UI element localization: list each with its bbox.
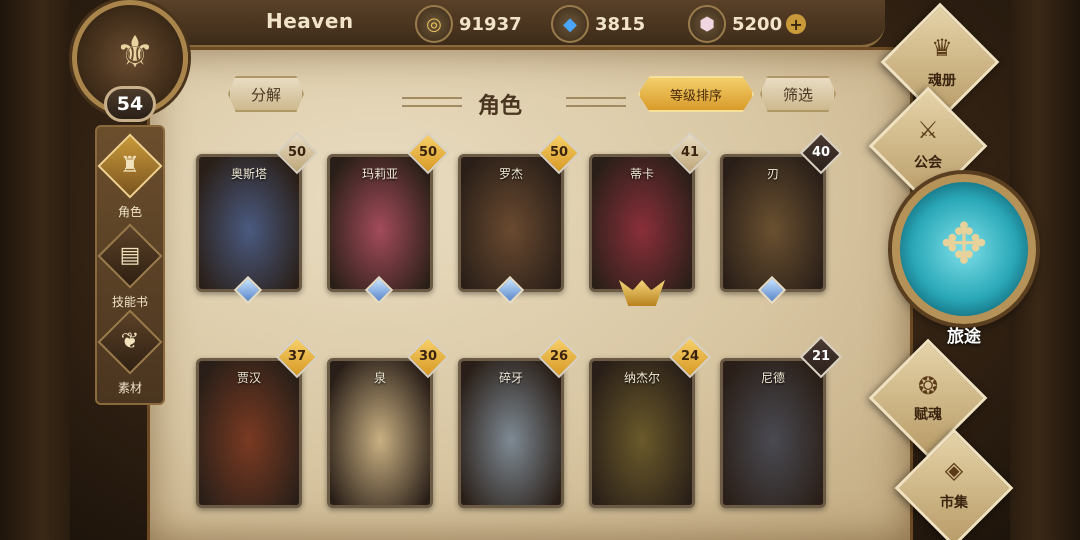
nav-item-characters[interactable]: ♜ 角色 <box>97 133 163 220</box>
character-name: 玛莉亚 <box>361 167 398 181</box>
card-frame: 蒂卡 <box>589 154 695 292</box>
character-card[interactable]: 纳杰尔 24 <box>589 335 712 512</box>
guild-crest-icon: ⚜ <box>115 27 155 78</box>
nav-label: 素材 <box>117 381 142 395</box>
gem-value: 5200 <box>732 13 783 35</box>
player-level-badge: 54 <box>104 86 156 122</box>
title-ornament-left <box>402 97 462 107</box>
character-level: 40 <box>811 145 831 160</box>
card-frame: 奥斯塔 <box>196 154 302 292</box>
card-frame: 刃 <box>720 154 826 292</box>
character-card[interactable]: 奥斯塔 50 <box>196 131 319 305</box>
character-level: 30 <box>418 349 438 364</box>
character-level: 21 <box>811 349 831 364</box>
card-frame: 泉 <box>327 358 433 508</box>
blue-crystal-icon: ◆ <box>551 5 589 43</box>
player-name: Heaven <box>266 9 354 33</box>
material-icon: ❦ <box>120 329 140 354</box>
character-card[interactable]: 罗杰 50 <box>458 131 581 305</box>
character-name: 刃 <box>766 167 779 181</box>
character-level: 41 <box>680 145 700 160</box>
gold-value: 91937 <box>459 13 522 35</box>
journey-button[interactable]: ✥ <box>892 174 1036 324</box>
character-name: 碎牙 <box>498 371 523 385</box>
card-frame: 贾汉 <box>196 358 302 508</box>
character-level: 50 <box>549 145 569 160</box>
character-card[interactable]: 贾汉 37 <box>196 335 319 512</box>
gold-coin-icon: ◎ <box>415 5 453 43</box>
crystal-value: 3815 <box>595 13 646 35</box>
character-name: 奥斯塔 <box>230 167 267 181</box>
character-icon: ♜ <box>120 153 140 178</box>
soul-gift-label: 赋魂 <box>914 407 942 423</box>
nav-item-skill-books[interactable]: ▤ 技能书 <box>97 223 163 310</box>
filter-button[interactable]: 筛选 <box>760 76 836 112</box>
journey-compass-icon: ✥ <box>940 212 988 277</box>
add-gem-button[interactable]: + <box>786 14 807 34</box>
market-icon: ◈ <box>944 456 964 484</box>
character-card[interactable]: 玛莉亚 50 <box>327 131 450 305</box>
character-card[interactable]: 尼德 21 <box>720 335 843 512</box>
soul-book-icon: ♛ <box>931 34 953 62</box>
left-nav: ♜ 角色 ▤ 技能书 ❦ 素材 <box>95 125 165 405</box>
character-level: 37 <box>287 349 307 364</box>
gem-stone-icon: ⬢ <box>688 5 726 43</box>
card-frame: 尼德 <box>720 358 826 508</box>
character-name: 贾汉 <box>236 371 261 385</box>
sort-by-level-button[interactable]: 等级排序 <box>638 76 754 112</box>
crystal-currency: ◆ 3815 <box>551 5 645 43</box>
card-frame: 纳杰尔 <box>589 358 695 508</box>
character-level: 50 <box>287 145 307 160</box>
character-name: 蒂卡 <box>629 167 654 181</box>
character-name: 纳杰尔 <box>623 371 660 385</box>
card-frame: 碎牙 <box>458 358 564 508</box>
left-wood-border <box>0 0 70 540</box>
soul-book-label: 魂册 <box>928 73 956 89</box>
character-name: 泉 <box>373 371 386 385</box>
decompose-button[interactable]: 分解 <box>228 76 304 112</box>
gold-currency: ◎ 91937 <box>415 5 522 43</box>
market-label: 市集 <box>940 495 968 511</box>
skill-book-icon: ▤ <box>119 243 141 268</box>
nav-label: 角色 <box>117 205 142 219</box>
page-title: 角色 <box>478 94 523 119</box>
character-level: 26 <box>549 349 569 364</box>
title-ornament-right <box>566 97 626 107</box>
guild-icon: ⚔ <box>917 116 939 144</box>
character-card[interactable]: 泉 30 <box>327 335 450 512</box>
soul-gift-icon: ❂ <box>917 372 939 400</box>
character-name: 尼德 <box>760 371 785 385</box>
card-frame: 玛莉亚 <box>327 154 433 292</box>
character-card[interactable]: 刃 40 <box>720 131 843 305</box>
character-card[interactable]: 碎牙 26 <box>458 335 581 512</box>
guild-label: 公会 <box>914 155 942 171</box>
nav-label: 技能书 <box>111 295 148 309</box>
nav-item-materials[interactable]: ❦ 素材 <box>97 309 163 396</box>
gem-currency: ⬢ 5200 + <box>688 5 807 43</box>
card-frame: 罗杰 <box>458 154 564 292</box>
character-level: 24 <box>680 349 700 364</box>
character-card[interactable]: 蒂卡 41 <box>589 131 712 306</box>
character-level: 50 <box>418 145 438 160</box>
character-name: 罗杰 <box>498 167 523 181</box>
